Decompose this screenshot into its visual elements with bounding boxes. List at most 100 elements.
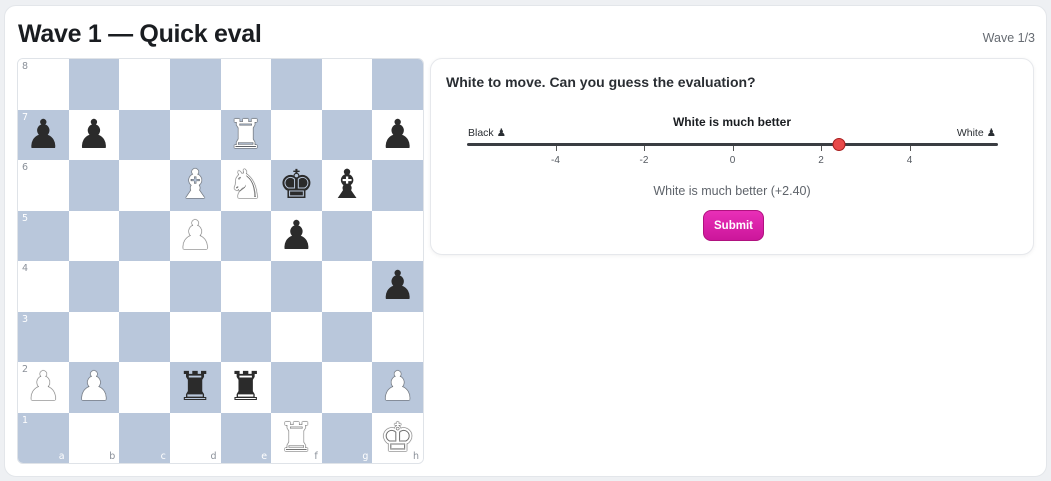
white-rook-icon[interactable]: ♜ [221, 110, 272, 161]
square-d8[interactable] [169, 59, 221, 110]
square-b3[interactable] [68, 311, 120, 362]
square-a1[interactable]: 1a [18, 412, 69, 463]
square-f1[interactable]: f ♜ [271, 412, 322, 464]
black-king-icon[interactable]: ♚ [271, 160, 322, 211]
white-pawn-icon[interactable]: ♟ [170, 211, 221, 262]
chess-board[interactable]: 8 7 ♟ ♟ ♜ ♟ 6 ♝ ♞ ♚ ♝ 5 ♟ ♟ 4 ♟ 3 2 ♟ ♟ ♜ ♜ ♟ 1 a b c d e f ♜ g h ♚ [17, 58, 424, 464]
square-h7[interactable]: ♟ [372, 109, 423, 161]
square-e3[interactable] [220, 311, 272, 362]
slider-tick-label: -2 [639, 155, 649, 166]
square-h3[interactable] [372, 311, 423, 362]
rank-label: 1 [22, 414, 29, 426]
square-d2[interactable]: ♜ [169, 362, 221, 413]
square-h4[interactable]: ♟ [372, 261, 423, 312]
rank-label: 8 [22, 61, 29, 72]
white-end-label: White ♟ [956, 127, 996, 139]
square-b5[interactable] [68, 210, 120, 261]
square-c4[interactable] [119, 261, 170, 312]
square-g5[interactable] [321, 210, 373, 261]
file-label: c [160, 451, 166, 462]
square-d7[interactable] [169, 109, 221, 160]
square-e2[interactable]: ♜ [220, 362, 272, 413]
square-g7[interactable] [321, 109, 373, 160]
square-h6[interactable] [372, 160, 423, 211]
square-f8[interactable] [271, 59, 322, 110]
file-label: d [210, 451, 217, 462]
square-d1[interactable]: d [169, 412, 221, 463]
black-pawn-icon[interactable]: ♟ [372, 110, 423, 161]
submit-button[interactable]: Submit [703, 210, 764, 241]
slider-tick-label: 0 [729, 155, 736, 166]
black-rook-icon[interactable]: ♜ [170, 362, 221, 413]
page-title: Wave 1 — Quick eval [18, 20, 262, 48]
square-b6[interactable] [68, 160, 120, 211]
square-a7[interactable]: 7 ♟ [18, 109, 69, 161]
square-g6[interactable]: ♝ [321, 160, 373, 211]
square-h1[interactable]: h ♚ [372, 412, 423, 464]
square-b7[interactable]: ♟ [68, 109, 120, 161]
black-rook-icon[interactable]: ♜ [221, 362, 272, 413]
white-pawn-icon[interactable]: ♟ [18, 362, 69, 413]
square-b2[interactable]: ♟ [68, 362, 120, 413]
square-b1[interactable]: b [68, 412, 120, 463]
rank-label: 3 [22, 313, 29, 325]
white-knight-icon[interactable]: ♞ [221, 160, 272, 211]
square-f5[interactable]: ♟ [271, 210, 322, 262]
slider-tick [644, 146, 645, 151]
square-g2[interactable] [321, 362, 373, 413]
white-rook-icon[interactable]: ♜ [271, 413, 322, 464]
file-label: e [261, 451, 268, 462]
white-pawn-icon[interactable]: ♟ [69, 362, 120, 413]
square-g3[interactable] [321, 311, 373, 362]
square-g1[interactable]: g [321, 412, 373, 463]
square-e5[interactable] [220, 210, 272, 261]
square-e7[interactable]: ♜ [220, 109, 272, 161]
square-a4[interactable]: 4 [18, 261, 69, 312]
white-bishop-icon[interactable]: ♝ [170, 160, 221, 211]
white-king-icon[interactable]: ♚ [372, 413, 423, 464]
square-d4[interactable] [169, 261, 221, 312]
black-pawn-icon[interactable]: ♟ [18, 110, 69, 161]
square-d3[interactable] [169, 311, 221, 362]
square-e6[interactable]: ♞ [220, 160, 272, 211]
square-b4[interactable] [68, 261, 120, 312]
square-a3[interactable]: 3 [18, 311, 69, 362]
square-e4[interactable] [220, 261, 272, 312]
square-c2[interactable] [119, 362, 170, 413]
black-pawn-icon[interactable]: ♟ [271, 211, 322, 262]
square-a8[interactable]: 8 [18, 59, 69, 110]
square-a5[interactable]: 5 [18, 210, 69, 261]
square-f4[interactable] [271, 261, 322, 312]
square-g8[interactable] [321, 59, 373, 110]
square-h5[interactable] [372, 210, 423, 261]
white-pawn-icon[interactable]: ♟ [372, 362, 423, 413]
black-pawn-icon[interactable]: ♟ [372, 261, 423, 312]
square-c6[interactable] [119, 160, 170, 211]
square-c5[interactable] [119, 210, 170, 261]
slider-tick [821, 146, 822, 151]
square-f3[interactable] [271, 311, 322, 362]
square-e8[interactable] [220, 59, 272, 110]
square-f2[interactable] [271, 362, 322, 413]
evaluation-readout: White is much better (+2.40) [653, 184, 811, 198]
square-d5[interactable]: ♟ [169, 210, 221, 262]
square-c8[interactable] [119, 59, 170, 110]
black-pawn-icon[interactable]: ♟ [69, 110, 120, 161]
square-h8[interactable] [372, 59, 423, 110]
square-g4[interactable] [321, 261, 373, 312]
square-d6[interactable]: ♝ [169, 160, 221, 211]
square-h2[interactable]: ♟ [372, 362, 423, 413]
square-f6[interactable]: ♚ [271, 160, 322, 211]
square-f7[interactable] [271, 109, 322, 160]
square-c3[interactable] [119, 311, 170, 362]
square-a6[interactable]: 6 [18, 160, 69, 211]
slider-title: White is much better [672, 115, 791, 129]
square-b8[interactable] [68, 59, 120, 110]
black-bishop-icon[interactable]: ♝ [322, 160, 373, 211]
square-c7[interactable] [119, 109, 170, 160]
rank-label: 4 [22, 263, 29, 274]
square-e1[interactable]: e [220, 412, 272, 463]
square-a2[interactable]: 2 ♟ [18, 362, 69, 413]
evaluation-slider-thumb[interactable] [832, 138, 846, 151]
square-c1[interactable]: c [119, 412, 170, 463]
